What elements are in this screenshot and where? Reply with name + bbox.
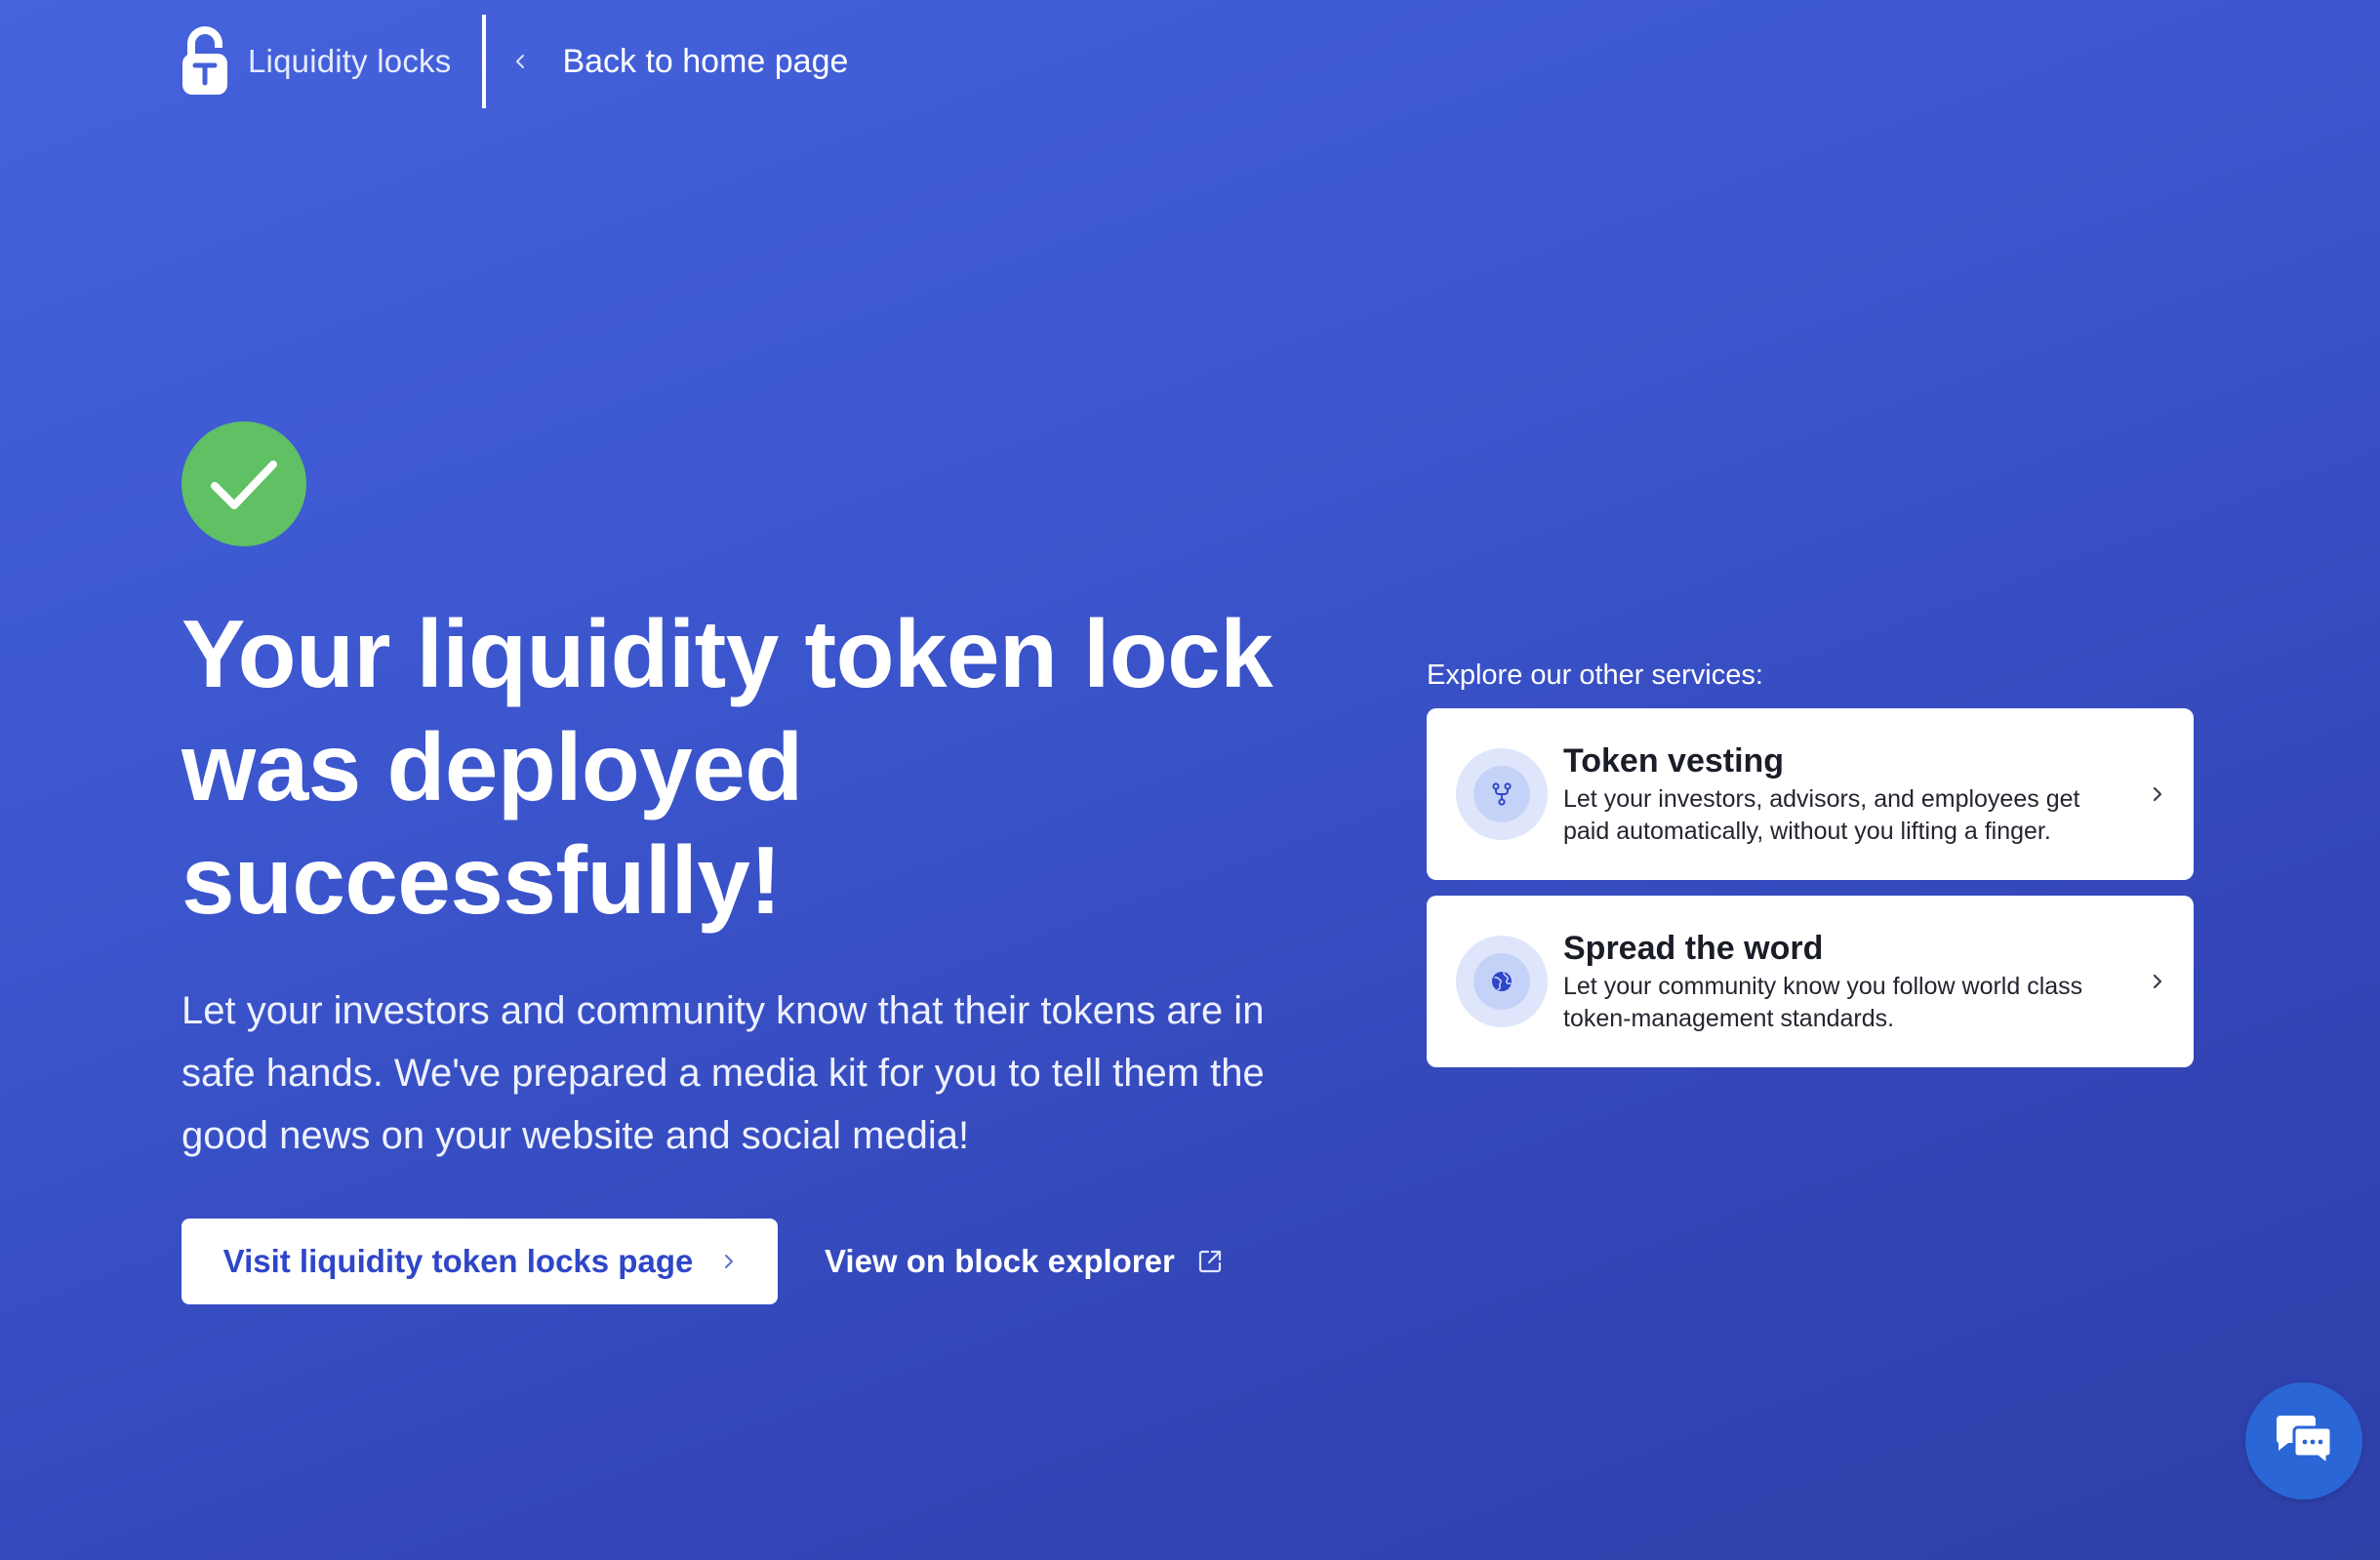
- back-to-home-link[interactable]: Back to home page: [513, 43, 848, 81]
- service-description: Let your community know you follow world…: [1563, 971, 2141, 1035]
- service-text: Token vesting Let your investors, adviso…: [1563, 740, 2141, 848]
- service-card-token-vesting[interactable]: Token vesting Let your investors, adviso…: [1427, 708, 2194, 880]
- check-icon: [211, 460, 277, 509]
- service-icon-circle: [1456, 936, 1548, 1027]
- page-title: Your liquidity token lock was deployed s…: [182, 597, 1372, 937]
- padlock-logo-icon: [182, 26, 227, 95]
- view-block-explorer-link[interactable]: View on block explorer: [825, 1243, 1224, 1280]
- page-title-line: Your liquidity token lock: [182, 600, 1273, 707]
- header-divider: [482, 15, 487, 108]
- action-row: Visit liquidity token locks page View on…: [182, 1219, 1224, 1304]
- chat-icon: [2276, 1416, 2333, 1468]
- chevron-right-icon: [2153, 974, 2162, 989]
- page-title-line: successfully!: [182, 826, 782, 934]
- service-icon-circle: [1456, 748, 1548, 840]
- brand[interactable]: Liquidity locks: [182, 26, 451, 97]
- fork-icon: [1492, 782, 1512, 806]
- lead-line: safe hands. We've prepared a media kit f…: [182, 1052, 1265, 1095]
- chevron-right-icon: [2153, 786, 2162, 802]
- top-bar: Liquidity locks Back to home page: [182, 14, 848, 109]
- back-link-label: Back to home page: [562, 42, 849, 80]
- visit-token-locks-label: Visit liquidity token locks page: [222, 1243, 694, 1279]
- chat-widget-button[interactable]: [2245, 1382, 2362, 1500]
- service-description-line: token-management standards.: [1563, 1005, 1895, 1032]
- services-title: Explore our other services:: [1427, 660, 1763, 691]
- service-description-line: Let your community know you follow world…: [1563, 973, 2083, 1000]
- service-card-spread-the-word[interactable]: Spread the word Let your community know …: [1427, 896, 2194, 1067]
- view-block-explorer-label: View on block explorer: [825, 1243, 1175, 1279]
- service-description-line: paid automatically, without you lifting …: [1563, 818, 2051, 845]
- globe-icon: [1492, 972, 1512, 991]
- success-check-badge: [182, 421, 306, 546]
- external-link-icon: [1198, 1250, 1221, 1273]
- lead-paragraph: Let your investors and community know th…: [182, 980, 1382, 1167]
- chevron-right-icon: [725, 1255, 734, 1268]
- brand-name: Liquidity locks: [248, 43, 452, 79]
- lead-line: Let your investors and community know th…: [182, 989, 1265, 1032]
- service-description-line: Let your investors, advisors, and employ…: [1563, 785, 2080, 813]
- other-services-panel: Explore our other services: Token vestin…: [1427, 656, 2194, 1083]
- chevron-left-icon: [516, 55, 525, 68]
- service-title: Token vesting: [1563, 742, 1785, 780]
- service-text: Spread the word Let your community know …: [1563, 928, 2141, 1035]
- visit-token-locks-button[interactable]: Visit liquidity token locks page: [182, 1219, 778, 1304]
- service-title: Spread the word: [1563, 930, 1824, 967]
- service-description: Let your investors, advisors, and employ…: [1563, 783, 2141, 848]
- lead-line: good news on your website and social med…: [182, 1114, 970, 1157]
- page-title-line: was deployed: [182, 713, 803, 820]
